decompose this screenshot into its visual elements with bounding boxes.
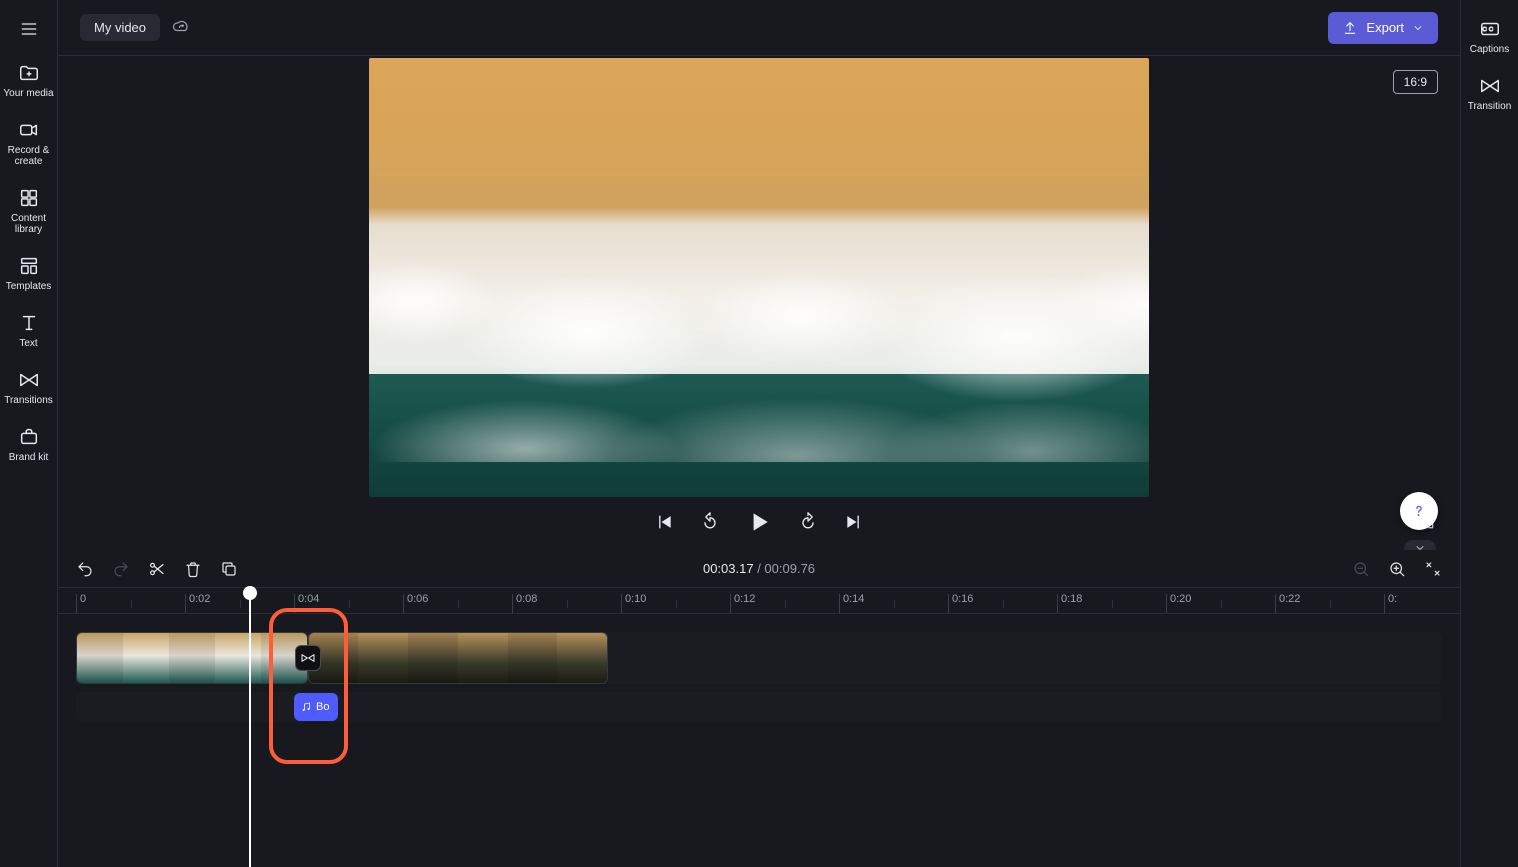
- redo-button[interactable]: [112, 560, 130, 578]
- sidebar-item-label: Text: [19, 338, 37, 349]
- export-button[interactable]: Export: [1328, 12, 1438, 44]
- total-time: 00:09.76: [764, 561, 815, 576]
- audio-track[interactable]: Bo: [76, 692, 1442, 722]
- sidebar-item-label: Brand kit: [9, 452, 48, 463]
- fit-timeline-button[interactable]: [1424, 560, 1442, 578]
- timeline: 00:03.17 / 00:09.76 00:020:040:060:080:1…: [58, 550, 1460, 867]
- forward-button[interactable]: [796, 510, 820, 534]
- timeline-ruler[interactable]: 00:020:040:060:080:100:120:140:160:180:2…: [58, 588, 1460, 614]
- video-track[interactable]: [76, 632, 1442, 684]
- video-preview[interactable]: [369, 58, 1149, 497]
- playhead[interactable]: [249, 588, 251, 867]
- folder-plus-icon: [18, 62, 40, 84]
- audio-clip[interactable]: Bo: [294, 693, 338, 721]
- camera-icon: [18, 119, 40, 141]
- music-icon: [300, 701, 312, 713]
- zoom-in-button[interactable]: [1388, 560, 1406, 578]
- sidebar-item-templates[interactable]: Templates: [1, 245, 57, 300]
- sidebar-item-transition[interactable]: Transition: [1462, 65, 1518, 120]
- time-separator: /: [754, 561, 765, 576]
- sidebar-item-text[interactable]: Text: [1, 302, 57, 357]
- sidebar-item-label: Captions: [1470, 44, 1509, 55]
- briefcase-icon: [18, 426, 40, 448]
- audio-clip-label: Bo: [316, 701, 329, 713]
- video-clip[interactable]: [76, 632, 308, 684]
- cloud-sync-icon[interactable]: [172, 17, 190, 38]
- menu-button[interactable]: [1, 8, 57, 50]
- sidebar-item-label: Your media: [3, 88, 53, 99]
- sidebar-item-content-library[interactable]: Content library: [1, 177, 57, 243]
- sidebar-item-brand-kit[interactable]: Brand kit: [1, 416, 57, 471]
- left-sidebar: Your media Record & create Content libra…: [0, 0, 58, 867]
- split-button[interactable]: [148, 560, 166, 578]
- undo-button[interactable]: [76, 560, 94, 578]
- timeline-timecode: 00:03.17 / 00:09.76: [703, 561, 815, 576]
- current-time: 00:03.17: [703, 561, 754, 576]
- sidebar-item-record-create[interactable]: Record & create: [1, 109, 57, 175]
- transition-icon: [300, 650, 316, 666]
- export-button-label: Export: [1366, 20, 1404, 35]
- upload-icon: [1342, 20, 1358, 36]
- player-controls: [58, 504, 1460, 540]
- sidebar-item-label: Transitions: [4, 395, 53, 406]
- topbar: My video Export: [58, 0, 1460, 56]
- skip-start-button[interactable]: [652, 510, 676, 534]
- library-icon: [18, 187, 40, 209]
- project-title[interactable]: My video: [80, 14, 160, 41]
- transition-icon: [1479, 75, 1501, 97]
- sidebar-item-captions[interactable]: Captions: [1462, 8, 1518, 63]
- text-icon: [18, 312, 40, 334]
- timeline-tracks: Bo: [58, 614, 1460, 867]
- transitions-icon: [18, 369, 40, 391]
- help-button[interactable]: [1400, 492, 1438, 530]
- preview-area: 16:9: [58, 56, 1460, 550]
- captions-icon: [1479, 18, 1501, 40]
- duplicate-button[interactable]: [220, 560, 238, 578]
- zoom-out-button[interactable]: [1352, 560, 1370, 578]
- video-clip[interactable]: [308, 632, 608, 684]
- question-icon: [1409, 501, 1429, 521]
- sidebar-item-your-media[interactable]: Your media: [1, 52, 57, 107]
- templates-icon: [18, 255, 40, 277]
- sidebar-item-label: Templates: [6, 281, 52, 292]
- timeline-toolbar: 00:03.17 / 00:09.76: [58, 550, 1460, 588]
- delete-button[interactable]: [184, 560, 202, 578]
- hamburger-icon: [18, 18, 40, 40]
- aspect-ratio-button[interactable]: 16:9: [1393, 70, 1438, 94]
- sidebar-item-label: Content library: [11, 213, 46, 235]
- rewind-button[interactable]: [698, 510, 722, 534]
- transition-marker[interactable]: [295, 645, 321, 671]
- sidebar-item-label: Transition: [1468, 101, 1512, 112]
- skip-end-button[interactable]: [842, 510, 866, 534]
- play-button[interactable]: [744, 507, 774, 537]
- sidebar-item-label: Record & create: [8, 145, 50, 167]
- sidebar-item-transitions[interactable]: Transitions: [1, 359, 57, 414]
- chevron-down-icon: [1412, 22, 1424, 34]
- right-sidebar: Captions Transition: [1460, 0, 1518, 867]
